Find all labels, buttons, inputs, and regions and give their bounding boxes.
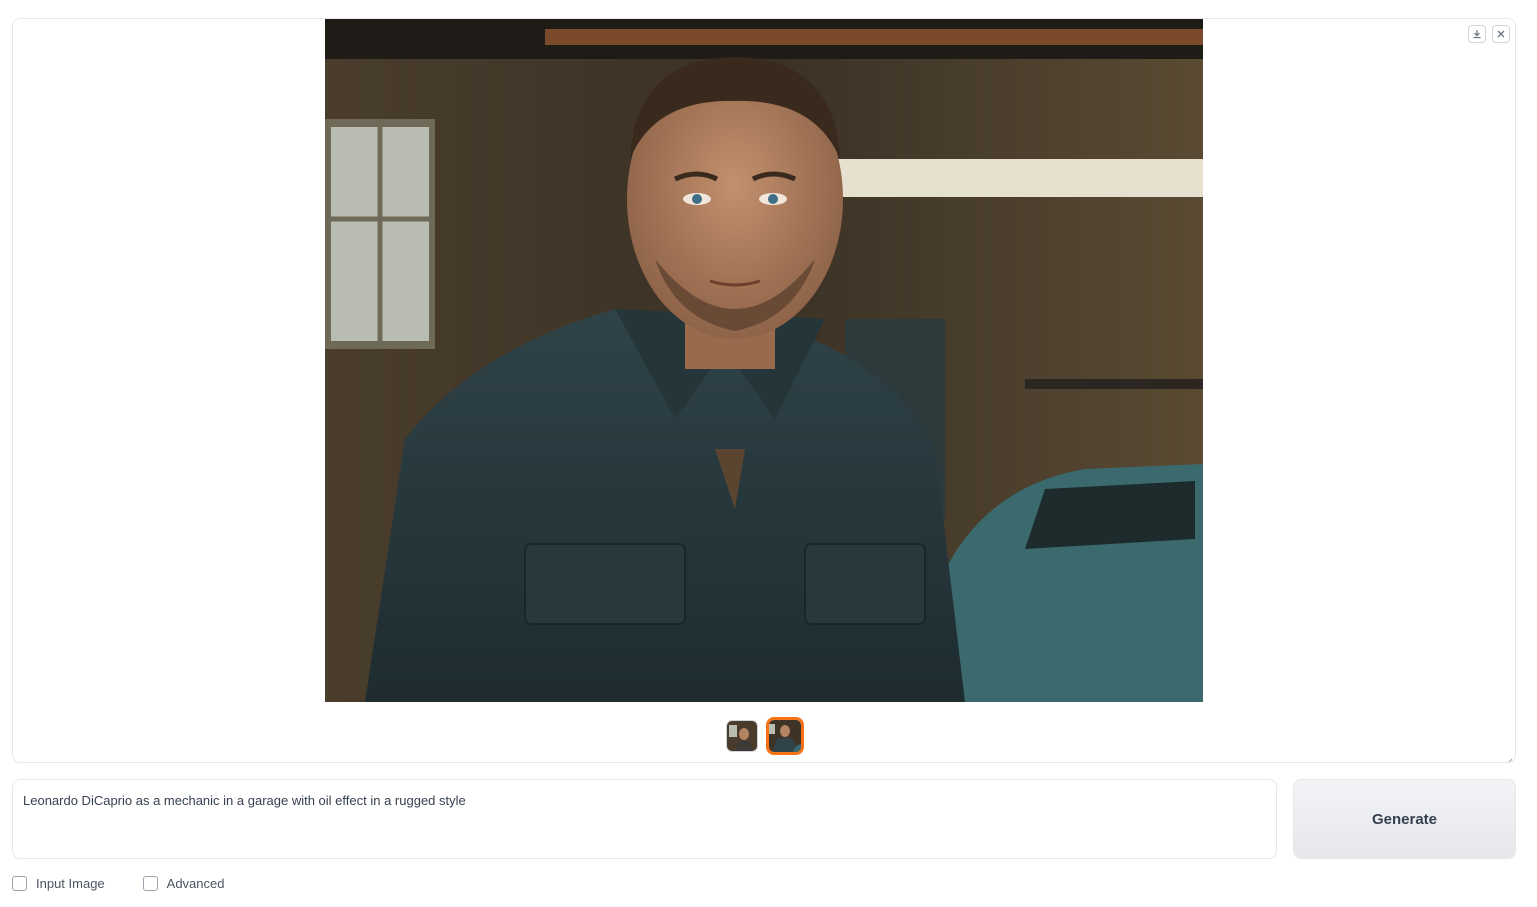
image-gallery bbox=[12, 18, 1516, 763]
advanced-label: Advanced bbox=[166, 876, 225, 891]
options-row: Input Image Advanced bbox=[12, 876, 224, 891]
resize-handle[interactable] bbox=[1504, 751, 1513, 762]
thumbnail-1[interactable] bbox=[726, 720, 758, 752]
generated-image[interactable] bbox=[325, 19, 1203, 702]
input-image-checkbox[interactable]: Input Image bbox=[12, 876, 105, 891]
thumbnail-2[interactable] bbox=[766, 717, 804, 755]
close-icon bbox=[1496, 29, 1506, 39]
checkbox-icon[interactable] bbox=[12, 876, 27, 891]
thumbnail-strip bbox=[726, 716, 804, 756]
close-button[interactable] bbox=[1492, 25, 1510, 43]
advanced-checkbox[interactable]: Advanced bbox=[142, 876, 225, 891]
download-icon bbox=[1472, 29, 1482, 39]
download-button[interactable] bbox=[1468, 25, 1486, 43]
input-image-label: Input Image bbox=[36, 876, 105, 891]
checkbox-icon[interactable] bbox=[142, 876, 158, 891]
prompt-input[interactable]: Leonardo DiCaprio as a mechanic in a gar… bbox=[12, 779, 1277, 859]
generate-button[interactable]: Generate bbox=[1293, 779, 1516, 859]
prompt-text: Leonardo DiCaprio as a mechanic in a gar… bbox=[23, 793, 466, 808]
